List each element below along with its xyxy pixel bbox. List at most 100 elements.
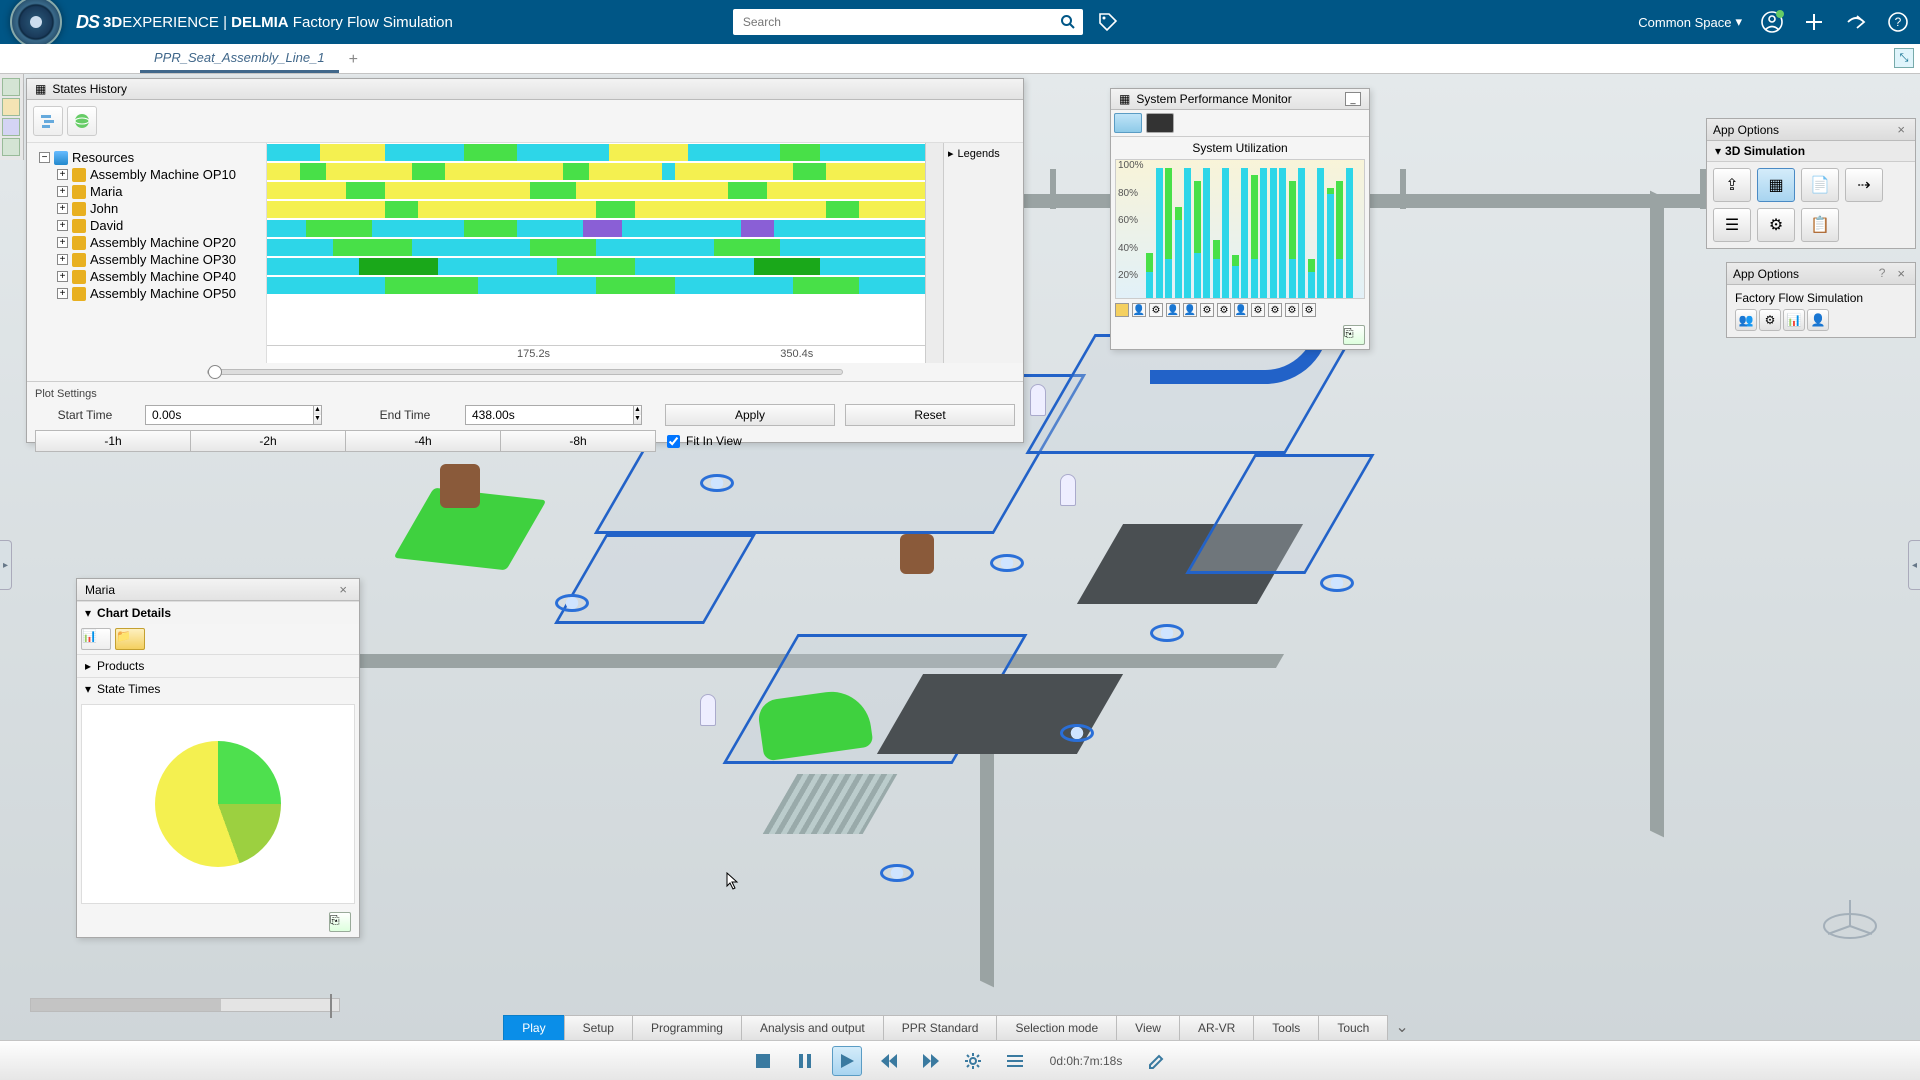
spm-legend-item[interactable]: ⚙ [1200,303,1214,317]
apply-button[interactable]: Apply [665,404,835,426]
expand-right-handle[interactable]: ◂ [1908,540,1920,590]
spm-table-mode-button[interactable] [1146,113,1174,133]
share-icon[interactable] [1844,10,1868,34]
tree-expand-icon[interactable]: + [57,271,68,282]
spm-legend-item[interactable]: ⚙ [1302,303,1316,317]
spm-legend-item[interactable]: ⚙ [1251,303,1265,317]
spm-legend-item[interactable]: 👤 [1166,303,1180,317]
spin-down-icon[interactable]: ▼ [314,415,321,424]
app-options-header[interactable]: App Options × [1707,119,1915,141]
btab-programming[interactable]: Programming [632,1015,742,1040]
gantt-chart[interactable]: 175.2s 350.4s [267,143,925,363]
tree-expand-icon[interactable]: + [57,186,68,197]
btab-setup[interactable]: Setup [564,1015,633,1040]
tree-expand-icon[interactable]: + [57,220,68,231]
end-time-input[interactable]: ▲▼ [465,405,615,425]
fast-forward-button[interactable] [916,1046,946,1076]
spm-legend-item[interactable]: 👤 [1132,303,1146,317]
play-button[interactable] [832,1046,862,1076]
legends-panel[interactable]: ▸Legends [943,143,1023,363]
collapse-panels-button[interactable]: ⤡ [1894,48,1914,68]
pause-button[interactable] [790,1046,820,1076]
btab-ppr[interactable]: PPR Standard [883,1015,998,1040]
btab-view[interactable]: View [1116,1015,1180,1040]
spm-export-button[interactable]: ⎘ [1343,325,1365,345]
btab-arvr[interactable]: AR-VR [1179,1015,1254,1040]
tree-item[interactable]: +Assembly Machine OP20 [31,234,262,251]
tree-item[interactable]: +John [31,200,262,217]
products-header[interactable]: ▸ Products [77,654,359,677]
spin-down-icon[interactable]: ▼ [634,415,641,424]
search-input[interactable] [733,15,1053,29]
settings-button[interactable] [958,1046,988,1076]
ffs-tool-button[interactable]: 👤 [1807,309,1829,331]
tool-button[interactable] [2,138,20,156]
spm-title-bar[interactable]: ▦ System Performance Monitor _ [1111,89,1369,110]
spm-legend-item[interactable] [1115,303,1129,317]
end-time-field[interactable] [465,405,634,425]
ffs-tool-button[interactable]: 📊 [1783,309,1805,331]
tree-item[interactable]: +David [31,217,262,234]
expand-left-handle[interactable]: ▸ [0,540,12,590]
maria-view1-button[interactable]: 📊 [81,628,111,650]
fit-checkbox[interactable] [667,435,680,448]
help-icon[interactable]: ? [1886,10,1910,34]
tree-item[interactable]: +Assembly Machine OP30 [31,251,262,268]
fit-in-view-checkbox[interactable]: Fit In View [667,430,742,452]
option-report-button[interactable]: 📋 [1801,208,1839,242]
resource-tree[interactable]: − Resources +Assembly Machine OP10 +Mari… [27,143,267,363]
maria-export-button[interactable]: ⎘ [329,912,351,932]
view-compass-icon[interactable] [1820,896,1880,940]
gantt-vertical-scrollbar[interactable] [925,143,943,363]
start-time-input[interactable]: ▲▼ [145,405,295,425]
states-history-title-bar[interactable]: ▦ States History [27,79,1023,100]
btab-analysis[interactable]: Analysis and output [741,1015,884,1040]
tree-expand-icon[interactable]: + [57,288,68,299]
tool-button[interactable] [2,98,20,116]
app-options-section-header[interactable]: ▾ 3D Simulation [1707,141,1915,162]
slider-thumb[interactable] [208,365,222,379]
spm-chart-mode-button[interactable] [1114,113,1142,133]
maria-view2-button[interactable]: 📁 [115,628,145,650]
edit-button[interactable] [1142,1046,1172,1076]
btab-selection[interactable]: Selection mode [996,1015,1117,1040]
close-icon[interactable]: × [335,582,351,597]
compass-icon[interactable] [10,0,62,48]
spm-legend-item[interactable]: 👤 [1183,303,1197,317]
spm-legend-item[interactable]: ⚙ [1217,303,1231,317]
search-box[interactable] [733,9,1083,35]
quick-1h-button[interactable]: -1h [35,430,191,452]
help-icon[interactable]: ? [1879,266,1886,281]
scrollbar-thumb[interactable] [31,999,221,1011]
tree-expand-icon[interactable]: + [57,254,68,265]
tab-ppr-seat-assembly[interactable]: PPR_Seat_Assembly_Line_1 [140,44,339,73]
list-button[interactable] [1000,1046,1030,1076]
tool-button[interactable] [2,78,20,96]
option-flow-button[interactable]: ⇢ [1845,168,1883,202]
legends-toggle[interactable]: ▸Legends [948,147,1019,160]
tree-item[interactable]: +Assembly Machine OP50 [31,285,262,302]
tree-collapse-icon[interactable]: − [39,152,50,163]
tree-expand-icon[interactable]: + [57,169,68,180]
stop-button[interactable] [748,1046,778,1076]
option-upload-button[interactable]: ⇪ [1713,168,1751,202]
reset-button[interactable]: Reset [845,404,1015,426]
space-selector[interactable]: Common Space▾ [1638,14,1742,30]
tab-add-button[interactable]: + [339,47,368,73]
tag-icon[interactable] [1095,9,1121,35]
spm-legend-item[interactable]: ⚙ [1268,303,1282,317]
maria-pie-chart[interactable] [81,704,355,904]
spm-legend-item[interactable]: 👤 [1234,303,1248,317]
tree-item[interactable]: +Assembly Machine OP10 [31,166,262,183]
quick-2h-button[interactable]: -2h [190,430,346,452]
tree-expand-icon[interactable]: + [57,203,68,214]
quick-4h-button[interactable]: -4h [345,430,501,452]
option-sim-button[interactable]: ▦ [1757,168,1795,202]
search-icon[interactable] [1053,9,1083,35]
close-icon[interactable]: × [1893,266,1909,281]
spinner[interactable]: ▲▼ [634,405,642,425]
gantt-view-button[interactable] [33,106,63,136]
minimize-button[interactable]: _ [1345,92,1361,106]
maria-title-bar[interactable]: Maria × [77,579,359,601]
ffs-tool-button[interactable]: ⚙ [1759,309,1781,331]
